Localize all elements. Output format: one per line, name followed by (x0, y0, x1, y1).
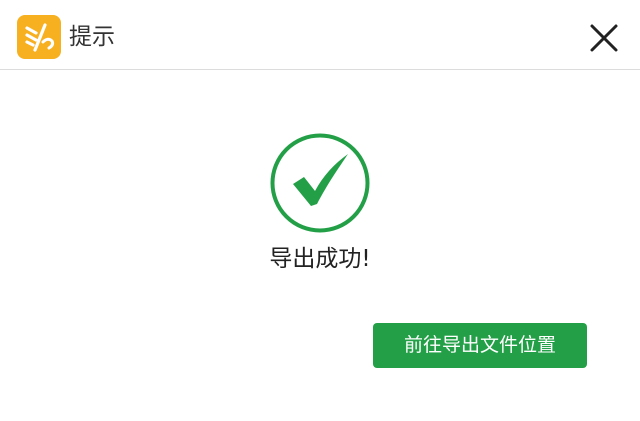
check-circle-icon (268, 131, 372, 235)
export-result-dialog: 提示 导出成功! 前往导出文件位置 (0, 0, 640, 421)
close-button[interactable] (586, 20, 622, 56)
dialog-title: 提示 (69, 24, 115, 50)
success-message: 导出成功! (269, 246, 371, 272)
open-export-location-button[interactable]: 前往导出文件位置 (373, 323, 587, 368)
close-icon (590, 24, 618, 52)
dialog-titlebar: 提示 (0, 0, 640, 70)
app-logo-icon (17, 15, 61, 59)
